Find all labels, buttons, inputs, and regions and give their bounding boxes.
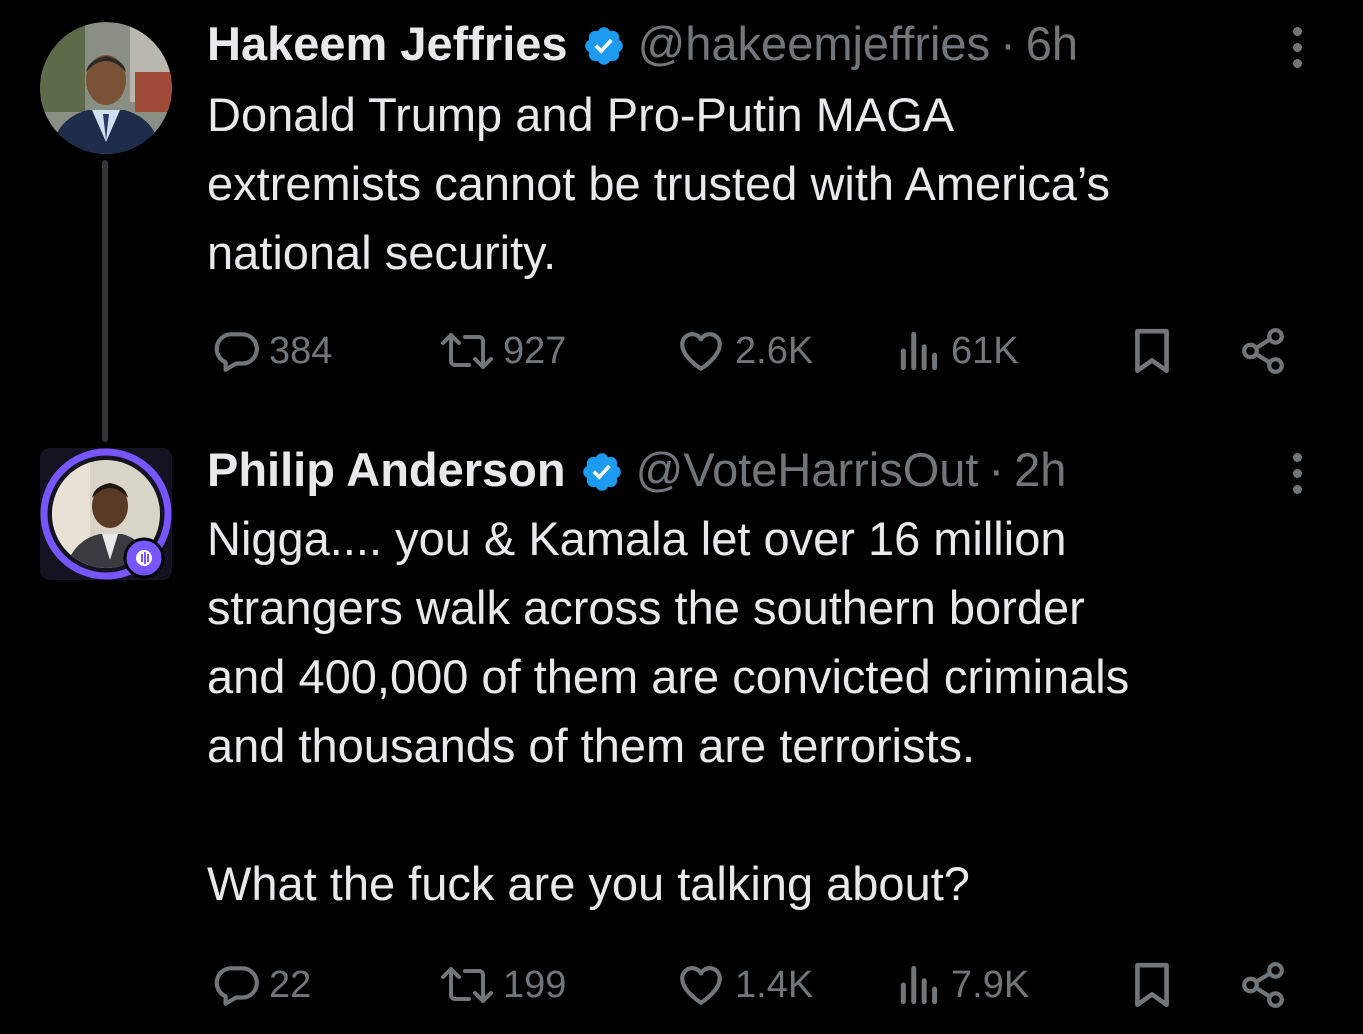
share-button[interactable] — [1237, 321, 1289, 381]
thread-line — [102, 160, 108, 442]
tweet-header: Philip Anderson @VoteHarrisOut · 2h — [207, 440, 1066, 500]
author-name[interactable]: Philip Anderson — [207, 440, 566, 500]
views-button[interactable]: 61K — [897, 321, 1019, 381]
views-icon — [900, 965, 938, 1005]
tweet-text: Donald Trump and Pro-Putin MAGA extremis… — [207, 88, 1110, 279]
reply-button[interactable]: 384 — [211, 321, 332, 381]
tweet-header: Hakeem Jeffries @hakeemjeffries · 6h — [207, 14, 1078, 74]
repost-button[interactable]: 927 — [439, 321, 566, 381]
repost-count: 199 — [503, 963, 567, 1006]
bookmark-button[interactable] — [1129, 321, 1175, 381]
more-options-icon[interactable] — [1279, 17, 1315, 77]
action-bar: 22 199 1.4K 7.9K — [207, 955, 1297, 1015]
like-button[interactable]: 1.4K — [675, 955, 813, 1015]
reply-count: 384 — [269, 329, 333, 372]
reply-icon — [214, 966, 259, 1006]
reply-count: 22 — [269, 963, 312, 1006]
author-handle[interactable]: @VoteHarrisOut — [636, 440, 979, 500]
tweet-2[interactable]: Philip Anderson @VoteHarrisOut · 2h Nigg… — [0, 440, 1363, 1034]
avatar[interactable] — [40, 22, 172, 154]
repost-button[interactable]: 199 — [439, 955, 566, 1015]
views-count: 7.9K — [951, 963, 1030, 1006]
author-handle[interactable]: @hakeemjeffries — [638, 14, 991, 74]
share-button[interactable] — [1237, 955, 1289, 1015]
like-count: 2.6K — [735, 329, 814, 372]
share-icon — [1242, 328, 1284, 374]
verified-badge-icon — [580, 448, 624, 492]
bookmark-icon — [1135, 328, 1169, 374]
repost-icon — [441, 967, 493, 1003]
separator-dot: · — [1000, 17, 1016, 70]
repost-count: 927 — [503, 329, 567, 372]
reply-button[interactable]: 22 — [211, 955, 311, 1015]
timestamp[interactable]: 2h — [1014, 440, 1066, 500]
author-name[interactable]: Hakeem Jeffries — [207, 14, 568, 74]
tweet-1[interactable]: Hakeem Jeffries @hakeemjeffries · 6h Don… — [0, 0, 1363, 442]
reply-icon — [214, 332, 259, 372]
tweet-text: Nigga.... you & Kamala let over 16 milli… — [207, 512, 1130, 910]
more-options-icon[interactable] — [1279, 443, 1315, 503]
views-icon — [900, 331, 938, 371]
like-count: 1.4K — [735, 963, 814, 1006]
action-bar: 384 927 2.6K 61K — [207, 321, 1297, 381]
heart-icon — [680, 332, 722, 371]
repost-icon — [441, 333, 493, 369]
bookmark-button[interactable] — [1129, 955, 1175, 1015]
share-icon — [1242, 962, 1284, 1008]
bookmark-icon — [1135, 962, 1169, 1008]
like-button[interactable]: 2.6K — [675, 321, 813, 381]
separator-dot: · — [988, 443, 1005, 496]
timestamp[interactable]: 6h — [1026, 14, 1078, 74]
heart-icon — [680, 966, 722, 1005]
avatar[interactable] — [40, 448, 172, 580]
verified-badge-icon — [582, 22, 626, 66]
views-button[interactable]: 7.9K — [897, 955, 1029, 1015]
views-count: 61K — [951, 329, 1019, 372]
